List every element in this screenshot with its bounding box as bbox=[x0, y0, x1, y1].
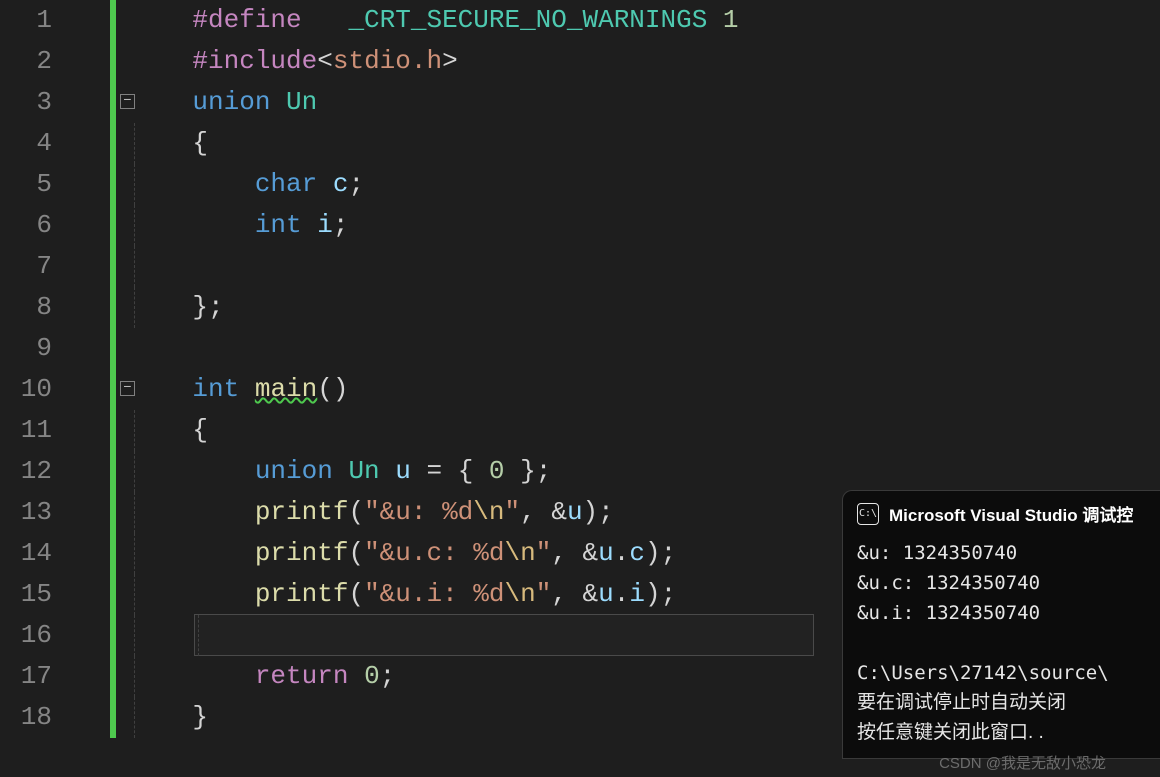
line-number: 14 bbox=[0, 533, 52, 574]
token-function: printf bbox=[255, 538, 349, 568]
change-bar bbox=[110, 82, 116, 123]
token-keyword: union bbox=[255, 456, 333, 486]
indent-guide bbox=[134, 205, 135, 246]
fold-toggle-icon[interactable]: − bbox=[120, 94, 135, 109]
indent-guide bbox=[134, 697, 135, 738]
change-bar bbox=[110, 451, 116, 492]
line-number: 17 bbox=[0, 656, 52, 697]
token-type: Un bbox=[348, 456, 379, 486]
token-type: int bbox=[192, 374, 239, 404]
indent-guide bbox=[134, 451, 135, 492]
line-number: 8 bbox=[0, 287, 52, 328]
indent-guide bbox=[134, 574, 135, 615]
indent-guide bbox=[198, 615, 199, 656]
line-number: 12 bbox=[0, 451, 52, 492]
token-header: stdio.h bbox=[333, 46, 442, 76]
change-bar bbox=[110, 328, 116, 369]
change-bar bbox=[110, 164, 116, 205]
change-bar bbox=[110, 369, 116, 410]
code-line: }; bbox=[70, 287, 1160, 328]
indent-guide bbox=[134, 410, 135, 451]
token-function: main bbox=[255, 374, 317, 404]
indent-guide bbox=[134, 246, 135, 287]
code-line: − union Un bbox=[70, 82, 1160, 123]
line-number: 16 bbox=[0, 615, 52, 656]
line-number: 9 bbox=[0, 328, 52, 369]
indent-guide bbox=[134, 533, 135, 574]
console-line: &u.i: 1324350740 bbox=[857, 598, 1146, 628]
change-bar bbox=[110, 246, 116, 287]
terminal-icon: C:\ bbox=[857, 503, 879, 525]
change-bar bbox=[110, 0, 116, 41]
line-number: 4 bbox=[0, 123, 52, 164]
token-type: int bbox=[255, 210, 302, 240]
indent-guide bbox=[134, 615, 135, 656]
fold-toggle-icon[interactable]: − bbox=[120, 381, 135, 396]
indent-guide bbox=[134, 123, 135, 164]
console-titlebar[interactable]: C:\ Microsoft Visual Studio 调试控 bbox=[843, 491, 1160, 534]
change-bar bbox=[110, 123, 116, 164]
token-function: printf bbox=[255, 497, 349, 527]
line-number: 2 bbox=[0, 41, 52, 82]
console-line: 要在调试停止时自动关闭 bbox=[857, 688, 1146, 718]
line-number: 10 bbox=[0, 369, 52, 410]
token-keyword: return bbox=[255, 661, 349, 691]
console-line: 按任意键关闭此窗口. . bbox=[857, 718, 1146, 748]
indent-guide bbox=[134, 492, 135, 533]
line-number: 1 bbox=[0, 0, 52, 41]
token-macro: _CRT_SECURE_NO_WARNINGS bbox=[348, 5, 707, 35]
indent-guide bbox=[134, 287, 135, 328]
debug-console-window[interactable]: C:\ Microsoft Visual Studio 调试控 &u: 1324… bbox=[842, 490, 1160, 759]
code-line: { bbox=[70, 410, 1160, 451]
token-preprocessor: #define bbox=[192, 5, 301, 35]
token-number: 1 bbox=[723, 5, 739, 35]
code-line: − int main() bbox=[70, 369, 1160, 410]
console-line: &u.c: 1324350740 bbox=[857, 568, 1146, 598]
change-bar bbox=[110, 287, 116, 328]
line-number: 7 bbox=[0, 246, 52, 287]
code-line: #define _CRT_SECURE_NO_WARNINGS 1 bbox=[70, 0, 1160, 41]
change-bar bbox=[110, 410, 116, 451]
line-number: 18 bbox=[0, 697, 52, 738]
change-bar bbox=[110, 533, 116, 574]
indent-guide bbox=[134, 656, 135, 697]
console-title: Microsoft Visual Studio 调试控 bbox=[889, 501, 1133, 526]
change-bar bbox=[110, 205, 116, 246]
console-line: C:\Users\27142\source\ bbox=[857, 658, 1146, 688]
code-line bbox=[70, 246, 1160, 287]
console-line: &u: 1324350740 bbox=[857, 538, 1146, 568]
line-number: 6 bbox=[0, 205, 52, 246]
code-line: char c; bbox=[70, 164, 1160, 205]
token-type: char bbox=[255, 169, 317, 199]
console-output[interactable]: &u: 1324350740 &u.c: 1324350740 &u.i: 13… bbox=[843, 534, 1160, 748]
line-number: 13 bbox=[0, 492, 52, 533]
change-bar bbox=[110, 574, 116, 615]
line-number: 15 bbox=[0, 574, 52, 615]
code-line: { bbox=[70, 123, 1160, 164]
change-bar bbox=[110, 615, 116, 656]
change-bar bbox=[110, 492, 116, 533]
token-type: Un bbox=[286, 87, 317, 117]
change-bar bbox=[110, 41, 116, 82]
code-line: int i; bbox=[70, 205, 1160, 246]
change-bar bbox=[110, 656, 116, 697]
token-preprocessor: #include bbox=[192, 46, 317, 76]
code-line bbox=[70, 328, 1160, 369]
console-line bbox=[857, 628, 1146, 658]
code-line: #include<stdio.h> bbox=[70, 41, 1160, 82]
change-bar bbox=[110, 697, 116, 738]
indent-guide bbox=[134, 164, 135, 205]
code-line: union Un u = { 0 }; bbox=[70, 451, 1160, 492]
line-number-gutter: 1 2 3 4 5 6 7 8 9 10 11 12 13 14 15 16 1… bbox=[0, 0, 70, 777]
token-keyword: union bbox=[192, 87, 270, 117]
line-number: 3 bbox=[0, 82, 52, 123]
line-number: 11 bbox=[0, 410, 52, 451]
token-function: printf bbox=[255, 579, 349, 609]
line-number: 5 bbox=[0, 164, 52, 205]
